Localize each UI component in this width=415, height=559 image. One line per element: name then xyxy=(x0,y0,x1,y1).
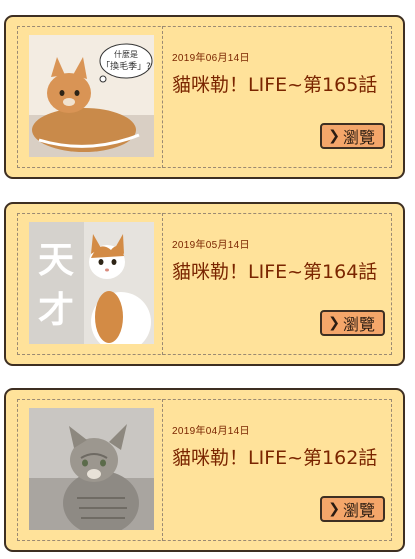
white-orange-cat-image: 天 才 xyxy=(29,222,154,344)
article-date: 2019年06月14日 xyxy=(172,53,250,64)
browse-button[interactable]: ❯ 瀏覽 xyxy=(320,123,385,149)
browse-button-label: 瀏覽 xyxy=(342,128,375,147)
article-thumbnail[interactable]: 什麼是 「換毛季」? xyxy=(29,35,154,157)
thumb-overlay-text: 天 xyxy=(38,240,74,281)
article-title[interactable]: 貓咪勒！LIFE~第162話 xyxy=(172,443,377,470)
browse-button[interactable]: ❯ 瀏覽 xyxy=(320,310,385,336)
browse-button-label: 瀏覽 xyxy=(342,315,375,334)
article-card[interactable]: 2019年04月14日 貓咪勒！LIFE~第162話 ❯ 瀏覽 xyxy=(4,388,405,552)
article-card[interactable]: 什麼是 「換毛季」? 2019年06月14日 貓咪勒！LIFE~第165話 ❯ … xyxy=(4,15,405,179)
browse-button[interactable]: ❯ 瀏覽 xyxy=(320,496,385,522)
article-date: 2019年04月14日 xyxy=(172,426,250,437)
chevron-right-icon: ❯ xyxy=(328,501,340,517)
article-date: 2019年05月14日 xyxy=(172,240,250,251)
article-title[interactable]: 貓咪勒！LIFE~第165話 xyxy=(172,70,377,97)
article-title[interactable]: 貓咪勒！LIFE~第164話 xyxy=(172,257,377,284)
chevron-right-icon: ❯ xyxy=(328,128,340,144)
article-thumbnail[interactable]: 天 才 xyxy=(29,222,154,344)
orange-cat-image: 什麼是 「換毛季」? xyxy=(29,35,154,157)
thumb-overlay-text: 才 xyxy=(38,290,74,331)
card-divider xyxy=(162,213,163,355)
grey-tabby-cat-image xyxy=(29,408,154,530)
thumb-bubble-text: 「換毛季」? xyxy=(101,60,151,72)
card-divider xyxy=(162,26,163,168)
thumb-bubble-text: 什麼是 xyxy=(114,49,138,59)
article-thumbnail[interactable] xyxy=(29,408,154,530)
card-divider xyxy=(162,399,163,541)
chevron-right-icon: ❯ xyxy=(328,315,340,331)
browse-button-label: 瀏覽 xyxy=(342,501,375,520)
article-card[interactable]: 天 才 2019年05月14日 貓咪勒！LIFE~第164話 ❯ 瀏覽 xyxy=(4,202,405,366)
